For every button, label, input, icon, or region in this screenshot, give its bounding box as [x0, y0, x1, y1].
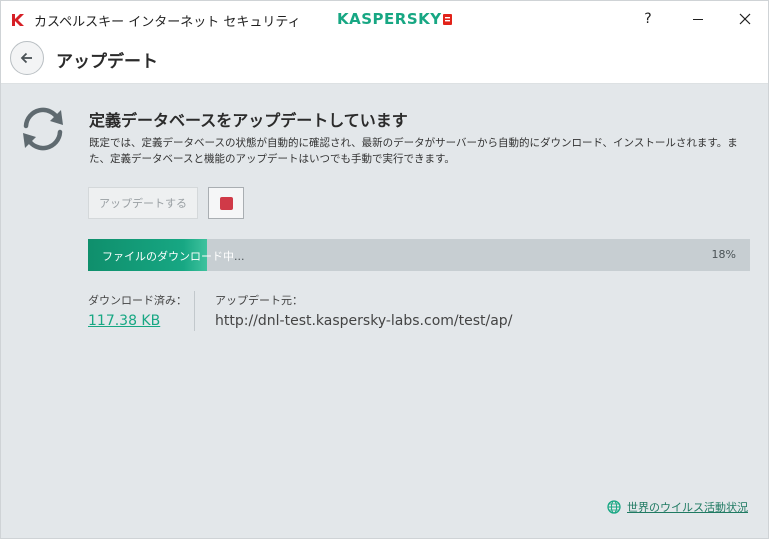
update-source-label: アップデート元：	[215, 294, 303, 307]
title-bar: カスペルスキー インターネット セキュリティ KASPERSKY ?	[1, 1, 768, 37]
brand-mark-icon	[442, 14, 452, 25]
stop-button[interactable]	[208, 187, 244, 219]
progress-label: ファイルのダウンロード中...	[102, 248, 245, 264]
close-icon	[739, 13, 751, 25]
sync-icon	[23, 107, 63, 151]
world-threat-link-text[interactable]: 世界のウイルス活動状況	[627, 499, 748, 515]
page-header: アップデート	[1, 37, 768, 84]
help-button[interactable]: ?	[625, 1, 671, 37]
world-threat-link[interactable]: 世界のウイルス活動状況	[607, 499, 748, 515]
stop-icon	[219, 196, 233, 210]
progress-percent: 18%	[711, 248, 736, 261]
minimize-icon	[693, 19, 703, 20]
progress-label-ellipsis: ...	[234, 250, 245, 263]
progress-label-text: ファイルのダウンロード中	[102, 250, 234, 263]
kaspersky-k-icon	[12, 14, 24, 26]
update-source-value: http://dnl-test.kaspersky-labs.com/test/…	[215, 313, 513, 329]
downloaded-value-link[interactable]: 117.38 KB	[88, 313, 160, 329]
back-button[interactable]	[10, 41, 44, 75]
info-divider	[194, 291, 195, 331]
app-window: カスペルスキー インターネット セキュリティ KASPERSKY ? アップデー…	[0, 0, 769, 539]
update-description: 既定では、定義データベースの状態が自動的に確認され、最新のデータがサーバーから自…	[89, 137, 738, 165]
close-button[interactable]	[722, 1, 768, 37]
page-title: アップデート	[56, 52, 158, 72]
progress-bar: ファイルのダウンロード中... 18%	[88, 239, 750, 271]
arrow-left-icon	[20, 52, 32, 64]
window-title: カスペルスキー インターネット セキュリティ	[34, 15, 301, 30]
brand-logo: KASPERSKY	[337, 10, 452, 28]
brand-text: KASPERSKY	[337, 10, 442, 28]
run-update-button[interactable]: アップデートする	[88, 187, 198, 219]
minimize-button[interactable]	[675, 1, 721, 37]
globe-icon	[607, 500, 621, 514]
update-heading: 定義データベースをアップデートしています	[89, 111, 408, 130]
downloaded-label: ダウンロード済み：	[88, 294, 187, 307]
